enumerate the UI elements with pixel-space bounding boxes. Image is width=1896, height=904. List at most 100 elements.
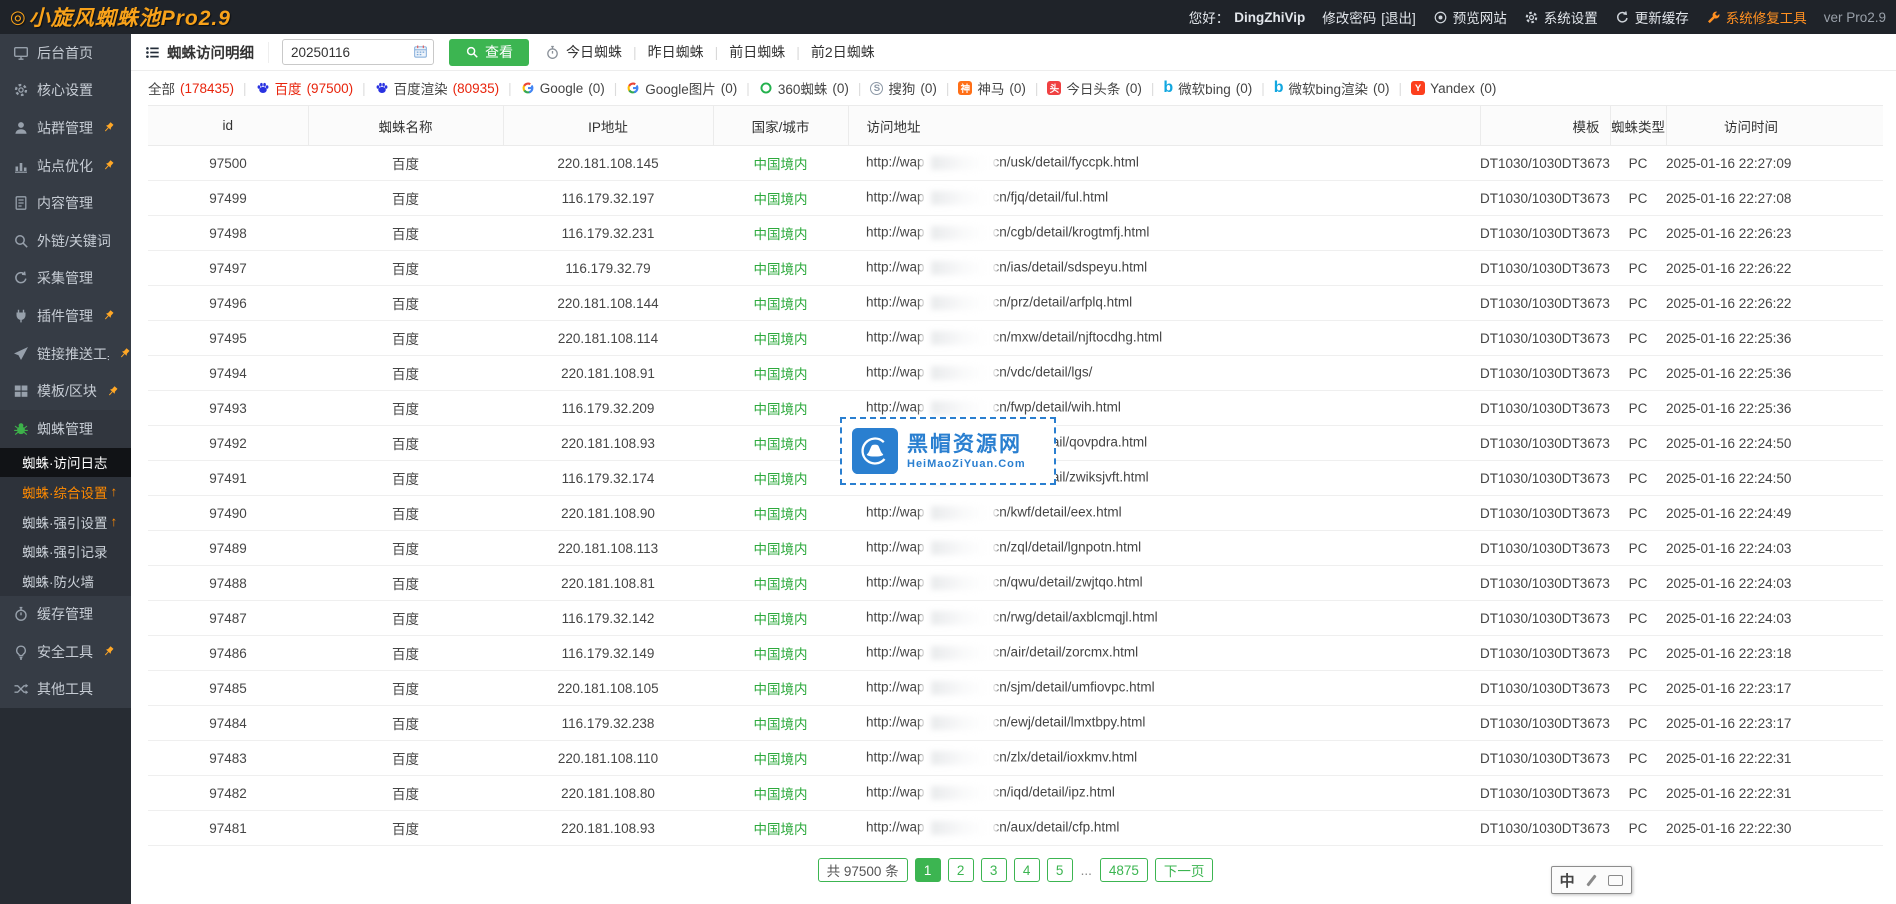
filter-item-5[interactable]: 360蜘蛛(0) (759, 78, 849, 98)
baidu-icon (375, 81, 389, 95)
page-button-5[interactable]: 5 (1047, 858, 1073, 882)
sidebar-item-5[interactable]: 外链/关键词 (0, 222, 131, 260)
cell-spider-type: PC (1610, 286, 1666, 321)
filter-item-4[interactable]: Google图片(0) (626, 78, 737, 98)
filter-count: (0) (1236, 81, 1253, 96)
sidebar-item-spider[interactable]: 蜘蛛管理 (0, 410, 131, 448)
change-password-link[interactable]: 修改密码 (1322, 7, 1376, 27)
sidebar-subitem-3[interactable]: 蜘蛛·强引记录 (0, 536, 131, 566)
cell-id: 97481 (148, 811, 308, 846)
quick-link-3[interactable]: 前2日蜘蛛 (811, 42, 875, 62)
baidu-icon (256, 81, 270, 95)
sidebar-item-1[interactable]: 核心设置 (0, 72, 131, 110)
filter-count: (0) (920, 81, 937, 96)
sidebar-subitem-0[interactable]: 蜘蛛·访问日志 (0, 448, 131, 478)
cell-spider-name: 百度 (308, 251, 503, 286)
ime-mode-label[interactable]: 中 (1560, 870, 1575, 891)
cell-ip: 220.181.108.80 (503, 776, 713, 811)
filter-item-3[interactable]: Google(0) (521, 81, 605, 96)
quick-link-1[interactable]: 昨日蜘蛛 (648, 42, 704, 62)
logout-link[interactable]: [退出] (1381, 7, 1416, 27)
page-button-1[interactable]: 1 (915, 858, 941, 882)
cell-template: DT1030/1030DT3673 (1480, 636, 1610, 671)
quick-link-2[interactable]: 前日蜘蛛 (729, 42, 785, 62)
sidebar-item-3[interactable]: 站点优化 (0, 147, 131, 185)
ime-pen-icon[interactable] (1586, 874, 1596, 886)
cell-template: DT1030/1030DT3673 (1480, 601, 1610, 636)
page-button-4[interactable]: 4 (1014, 858, 1040, 882)
filter-separator: | (1399, 81, 1403, 96)
calendar-icon[interactable] (413, 44, 428, 59)
date-input[interactable] (282, 39, 434, 65)
sidebar-item-bottom-1[interactable]: 安全工具 (0, 633, 131, 671)
filter-item-1[interactable]: 百度(97500) (256, 78, 354, 98)
cell-spider-name: 百度 (308, 636, 503, 671)
cell-country: 中国境内 (713, 461, 848, 496)
sidebar-item-9[interactable]: 模板/区块 (0, 372, 131, 410)
page-button-2[interactable]: 2 (948, 858, 974, 882)
system-settings-link[interactable]: 系统设置 (1524, 7, 1598, 27)
quick-link-0[interactable]: 今日蜘蛛 (566, 42, 622, 62)
topbar-menu: 您好： DingZhiVip 修改密码 [退出] 预览网站 系统设置 更新缓存 … (1189, 7, 1896, 27)
view-button[interactable]: 查看 (449, 39, 529, 66)
filter-item-11[interactable]: YYandex(0) (1411, 81, 1496, 96)
quick-links: 今日蜘蛛|昨日蜘蛛|前日蜘蛛|前2日蜘蛛 (545, 42, 875, 62)
timer-icon (13, 606, 29, 622)
redacted-domain (925, 189, 993, 207)
ime-keyboard-icon[interactable] (1608, 875, 1623, 886)
redacted-domain (925, 259, 993, 277)
sidebar-item-8[interactable]: 链接推送工具 (0, 335, 131, 373)
column-header-id: id (148, 106, 308, 146)
cell-spider-name: 百度 (308, 426, 503, 461)
sidebar-subitem-4[interactable]: 蜘蛛·防火墙 (0, 566, 131, 596)
filter-item-0[interactable]: 全部(178435) (148, 78, 234, 98)
cell-ip: 220.181.108.91 (503, 356, 713, 391)
sidebar-item-0[interactable]: 后台首页 (0, 34, 131, 72)
list-icon (145, 45, 160, 60)
preview-site-link[interactable]: 预览网站 (1433, 7, 1507, 27)
sidebar-item-bottom-2[interactable]: 其他工具 (0, 671, 131, 709)
sidebar-subitem-2[interactable]: 蜘蛛·强引设置↑ (0, 507, 131, 537)
filter-item-10[interactable]: b微软bing渲染(0) (1274, 78, 1390, 98)
filter-item-9[interactable]: b微软bing(0) (1163, 78, 1252, 98)
shuffle-icon (13, 681, 29, 697)
sidebar-item-6[interactable]: 采集管理 (0, 260, 131, 298)
filter-item-6[interactable]: S搜狗(0) (870, 78, 937, 98)
monitor-icon (13, 45, 29, 61)
sidebar-subitem-1[interactable]: 蜘蛛·综合设置↑ (0, 477, 131, 507)
page-button-last[interactable]: 4875 (1100, 858, 1148, 882)
refresh-cache-link[interactable]: 更新缓存 (1615, 7, 1689, 27)
url-prefix: http://wap (866, 715, 925, 730)
cell-url: http://wapcn/mxw/detail/njftocdhg.html (848, 321, 1480, 356)
column-header-spider: 蜘蛛名称 (308, 106, 503, 146)
table-header-row: id蜘蛛名称IP地址国家/城市访问地址模板蜘蛛类型访问时间 (148, 106, 1883, 146)
cell-id: 97497 (148, 251, 308, 286)
filter-item-8[interactable]: 头今日头条(0) (1047, 78, 1142, 98)
cell-country: 中国境内 (713, 811, 848, 846)
filter-item-7[interactable]: 神神马(0) (958, 78, 1026, 98)
cell-country: 中国境内 (713, 776, 848, 811)
sidebar-item-2[interactable]: 站群管理 (0, 109, 131, 147)
next-page-button[interactable]: 下一页 (1155, 858, 1214, 882)
cell-template: DT1030/1030DT3673 (1480, 321, 1610, 356)
cell-id: 97488 (148, 566, 308, 601)
sidebar-item-4[interactable]: 内容管理 (0, 184, 131, 222)
so360-icon (759, 81, 773, 95)
cell-visit-time: 2025-01-16 22:26:22 (1666, 251, 1883, 286)
redacted-domain (925, 154, 993, 172)
cell-country: 中国境内 (713, 321, 848, 356)
repair-tool-link[interactable]: 系统修复工具 (1706, 7, 1807, 27)
sidebar-subitem-label: 蜘蛛·强引记录 (22, 541, 108, 561)
ime-toolbar[interactable]: 中 (1551, 866, 1632, 894)
sidebar-item-7[interactable]: 插件管理 (0, 297, 131, 335)
page-button-3[interactable]: 3 (981, 858, 1007, 882)
cell-country: 中国境内 (713, 496, 848, 531)
cell-id: 97483 (148, 741, 308, 776)
sidebar-item-bottom-0[interactable]: 缓存管理 (0, 596, 131, 634)
table-row: 97495 百度 220.181.108.114 中国境内 http://wap… (148, 321, 1883, 356)
filter-item-2[interactable]: 百度渲染(80935) (375, 78, 500, 98)
column-header-tpl: 模板 (1480, 106, 1610, 146)
username: DingZhiVip (1234, 10, 1305, 25)
filter-label: 今日头条 (1066, 78, 1120, 98)
sidebar-item-label: 采集管理 (37, 268, 93, 288)
